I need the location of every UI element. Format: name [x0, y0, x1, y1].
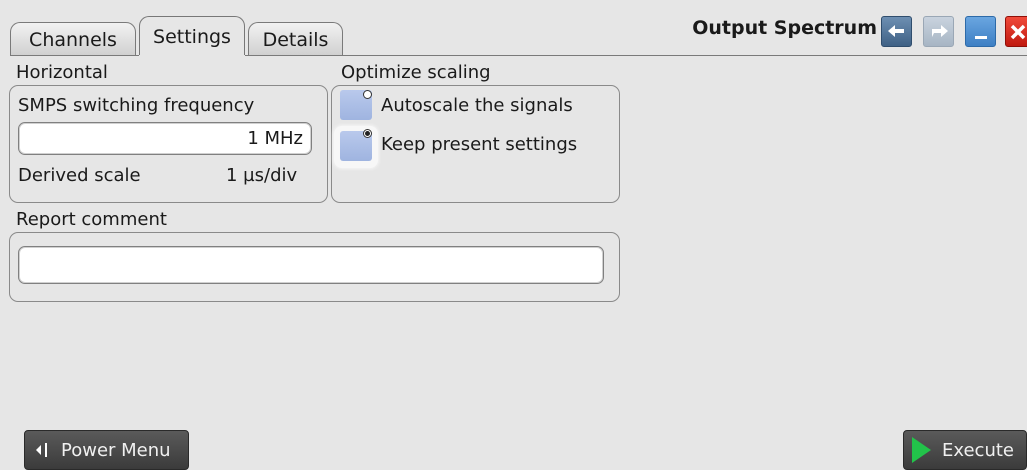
autoscale-label[interactable]: Autoscale the signals [381, 95, 573, 116]
dialog-title: Output Spectrum [692, 17, 877, 39]
frequency-label: SMPS switching frequency [18, 95, 255, 116]
redo-button[interactable] [923, 16, 954, 47]
execute-button[interactable]: Execute [903, 430, 1027, 470]
report-comment-heading: Report comment [16, 209, 167, 230]
derived-scale-value: 1 µs/div [226, 165, 298, 186]
report-comment-input[interactable] [18, 246, 604, 284]
tab-details[interactable]: Details [248, 22, 343, 56]
keep-settings-label[interactable]: Keep present settings [381, 134, 577, 155]
redo-icon [931, 24, 948, 37]
optimize-heading: Optimize scaling [341, 62, 491, 83]
tab-channels[interactable]: Channels [10, 22, 136, 56]
derived-scale-label: Derived scale [18, 165, 141, 186]
horizontal-heading: Horizontal [16, 62, 108, 83]
undo-icon [887, 24, 904, 37]
autoscale-radio-dot [363, 90, 372, 99]
minimize-button[interactable] [965, 16, 996, 47]
close-button[interactable] [1005, 16, 1027, 47]
close-icon [1010, 24, 1026, 39]
frequency-input[interactable] [18, 122, 312, 155]
power-menu-button[interactable]: Power Menu [24, 430, 189, 470]
play-icon [912, 437, 931, 463]
power-menu-label: Power Menu [61, 439, 171, 461]
back-arrow-icon [36, 443, 47, 457]
undo-button[interactable] [881, 16, 912, 47]
minimize-icon [974, 35, 987, 39]
keep-settings-radio-dot [363, 129, 372, 138]
tab-settings[interactable]: Settings [139, 16, 245, 56]
execute-label: Execute [942, 439, 1014, 461]
